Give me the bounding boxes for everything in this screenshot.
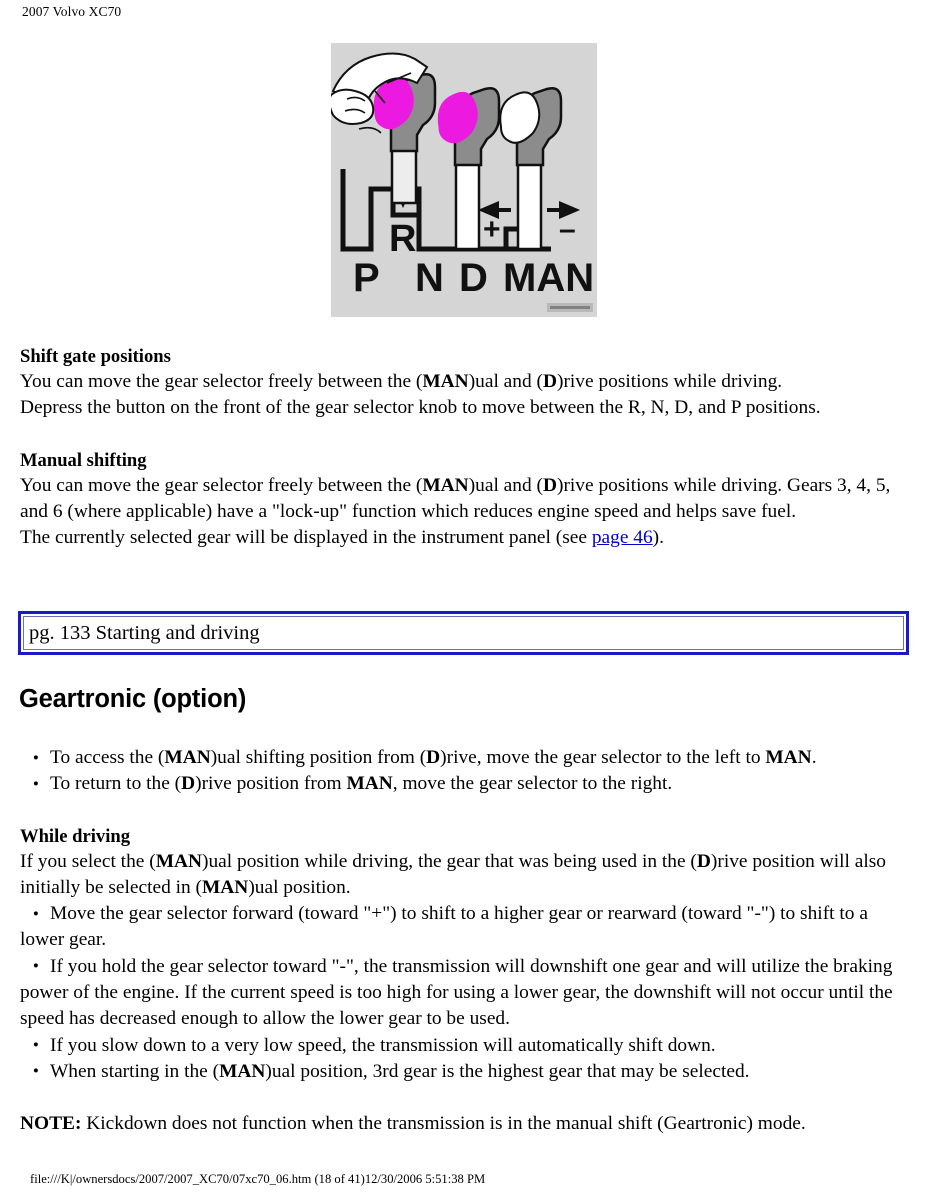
running-header: 2007 Volvo XC70	[22, 4, 122, 19]
text-fragment: When starting in the (	[50, 1060, 220, 1082]
list-item: When starting in the (MAN)ual position, …	[20, 1058, 909, 1085]
gear-lever-left	[373, 73, 437, 205]
heading-while-driving: While driving	[20, 825, 131, 847]
text-fragment: )ual shifting position from (	[210, 747, 427, 768]
text-bold-d: D	[181, 773, 196, 795]
heading-manual-shifting: Manual shifting	[20, 449, 147, 471]
text-fragment: ).	[652, 527, 664, 549]
list-item: If you hold the gear selector toward "-"…	[20, 953, 909, 1033]
main-content: Shift gate positions You can move the ge…	[20, 344, 909, 551]
page-title-geartronic: Geartronic (option)	[19, 685, 247, 713]
text-fragment: .	[811, 747, 817, 768]
text-fragment: To access the (	[50, 747, 165, 768]
list-item: Move the gear selector forward (toward "…	[20, 901, 909, 954]
note-paragraph: NOTE: Kickdown does not function when th…	[20, 1111, 909, 1137]
gear-shift-gate-figure: R + – P N D MAN	[331, 43, 597, 317]
text-bold-man-2: MAN	[765, 747, 812, 768]
manual-plus-label: +	[483, 213, 501, 246]
main-content-lower: To access the (MAN)ual shifting position…	[20, 744, 909, 1138]
paragraph-shift-gate-1: You can move the gear selector freely be…	[20, 369, 909, 395]
paragraph-while-driving-intro: If you select the (MAN)ual position whil…	[20, 849, 909, 902]
heading-shift-gate-positions: Shift gate positions	[20, 346, 171, 367]
gate-label-r: R	[389, 218, 416, 260]
list-item: To return to the (D)rive position from M…	[20, 771, 909, 798]
note-text: Kickdown does not function when the tran…	[81, 1113, 806, 1135]
text-bold-man: MAN	[422, 371, 469, 392]
page-nav-banner-inner: pg. 133 Starting and driving	[23, 616, 904, 650]
list-item: If you slow down to a very low speed, th…	[20, 1032, 909, 1059]
page-46-link[interactable]: page 46	[592, 527, 653, 548]
text-fragment: To return to the (	[50, 773, 182, 795]
page-nav-banner-label: pg. 133 Starting and driving	[29, 622, 260, 644]
gear-shift-gate-svg: R + – P N D MAN	[331, 52, 594, 300]
paragraph-manual-shifting-1: You can move the gear selector freely be…	[20, 473, 909, 526]
text-fragment: You can move the gear selector freely be…	[20, 474, 423, 496]
figure-code-stamp	[547, 303, 593, 312]
page-nav-banner[interactable]: pg. 133 Starting and driving	[18, 611, 909, 655]
gear-lever-right	[499, 87, 563, 251]
text-fragment: )ual position, 3rd gear is the highest g…	[265, 1060, 750, 1082]
document-footer: file:///K|/ownersdocs/2007/2007_XC70/07x…	[30, 1172, 486, 1186]
gate-label-p: P	[353, 256, 380, 300]
text-fragment: You can move the gear selector freely be…	[20, 371, 423, 392]
text-bold-d: D	[426, 747, 441, 768]
text-fragment: )rive position from	[195, 773, 347, 795]
text-bold-man: MAN	[346, 773, 393, 795]
while-driving-bullet-list: Move the gear selector forward (toward "…	[20, 901, 909, 1085]
text-bold-d: D	[696, 850, 711, 872]
text-bold-man: MAN	[155, 850, 202, 872]
text-fragment: )rive positions while driving.	[557, 371, 783, 392]
gate-position-labels: P N D MAN	[353, 256, 594, 300]
text-fragment: , move the gear selector to the right.	[392, 773, 673, 795]
paragraph-manual-shifting-2: The currently selected gear will be disp…	[20, 525, 909, 551]
text-bold-man: MAN	[422, 474, 469, 496]
text-fragment: )ual position while driving, the gear th…	[202, 850, 697, 872]
text-fragment: )ual and (	[468, 371, 543, 392]
geartronic-bullet-list: To access the (MAN)ual shifting position…	[20, 744, 909, 798]
document-page: 2007 Volvo XC70 R + – P N D MAN Shift ga…	[0, 0, 927, 1200]
gate-label-man: MAN	[503, 256, 594, 300]
text-fragment: The currently selected gear will be disp…	[20, 527, 592, 549]
note-label: NOTE:	[20, 1113, 82, 1135]
gate-label-d: D	[459, 256, 488, 300]
text-fragment: )ual and (	[468, 474, 543, 496]
gate-label-n: N	[415, 256, 444, 300]
text-bold-d: D	[542, 474, 557, 496]
text-bold-man: MAN	[219, 1060, 266, 1082]
paragraph-shift-gate-2: Depress the button on the front of the g…	[20, 397, 821, 419]
text-bold-d: D	[542, 371, 557, 392]
text-fragment: If you select the (	[20, 850, 156, 872]
text-bold-man: MAN	[164, 747, 211, 768]
text-bold-man-2: MAN	[202, 876, 249, 898]
text-fragment: )rive, move the gear selector to the lef…	[440, 747, 766, 768]
list-item: To access the (MAN)ual shifting position…	[20, 744, 909, 771]
manual-minus-label: –	[559, 213, 576, 246]
text-fragment: )ual position.	[248, 876, 351, 898]
